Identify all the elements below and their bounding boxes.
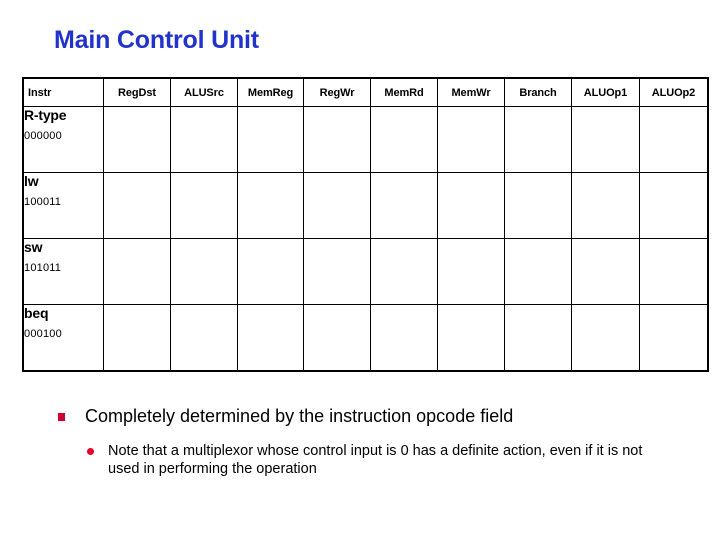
page-title: Main Control Unit: [54, 26, 259, 54]
instruction-name: sw: [24, 239, 43, 255]
table-row: R-type 000000: [22, 106, 709, 173]
instruction-opcode: 100011: [24, 196, 62, 208]
signal-cell-alusrc[interactable]: [170, 238, 238, 305]
signal-cell-aluop1[interactable]: [571, 106, 640, 173]
signal-cell-branch[interactable]: [504, 106, 572, 173]
instruction-name: beq: [24, 305, 49, 321]
signal-cell-regdst[interactable]: [103, 172, 171, 239]
signal-cell-regdst[interactable]: [103, 238, 171, 305]
signal-cell-aluop1[interactable]: [571, 172, 640, 239]
instruction-cell: beq 000100: [22, 304, 104, 371]
signal-cell-memreg[interactable]: [237, 238, 304, 305]
signal-cell-regwr[interactable]: [303, 172, 371, 239]
instruction-opcode: 101011: [24, 262, 62, 274]
instruction-cell: R-type 000000: [22, 106, 104, 173]
signal-cell-branch[interactable]: [504, 172, 572, 239]
table-row: lw 100011: [22, 172, 709, 239]
signal-cell-memwr[interactable]: [437, 172, 505, 239]
signal-cell-memreg[interactable]: [237, 106, 304, 173]
instruction-name: lw: [24, 173, 39, 189]
square-bullet-icon: [58, 413, 65, 421]
signal-cell-regdst[interactable]: [103, 106, 171, 173]
signal-cell-memwr[interactable]: [437, 304, 505, 371]
signal-cell-aluop2[interactable]: [639, 106, 709, 173]
signal-cell-alusrc[interactable]: [170, 304, 238, 371]
instruction-cell: lw 100011: [22, 172, 104, 239]
signal-cell-aluop2[interactable]: [639, 172, 709, 239]
control-signal-table: Instr RegDst ALUSrc MemReg RegWr MemRd M…: [22, 77, 709, 372]
instruction-cell: sw 101011: [22, 238, 104, 305]
column-header-regwr: RegWr: [303, 77, 371, 107]
bullet-level1-text: Completely determined by the instruction…: [85, 406, 514, 426]
column-header-memrd: MemRd: [370, 77, 438, 107]
signal-cell-alusrc[interactable]: [170, 172, 238, 239]
instruction-opcode: 000000: [24, 130, 62, 142]
column-header-memreg: MemReg: [237, 77, 304, 107]
signal-cell-branch[interactable]: [504, 238, 572, 305]
instruction-opcode: 000100: [24, 328, 62, 340]
column-header-regdst: RegDst: [103, 77, 171, 107]
bullet-item-level1: Completely determined by the instruction…: [0, 405, 720, 427]
signal-cell-memreg[interactable]: [237, 172, 304, 239]
bullet-level2-text: Note that a multiplexor whose control in…: [108, 443, 643, 477]
signal-cell-memrd[interactable]: [370, 304, 438, 371]
signal-cell-regwr[interactable]: [303, 238, 371, 305]
table-row: beq 000100: [22, 304, 709, 371]
signal-cell-aluop2[interactable]: [639, 238, 709, 305]
table-row: sw 101011: [22, 238, 709, 305]
signal-cell-regwr[interactable]: [303, 304, 371, 371]
signal-cell-aluop1[interactable]: [571, 304, 640, 371]
signal-cell-memwr[interactable]: [437, 106, 505, 173]
signal-cell-alusrc[interactable]: [170, 106, 238, 173]
signal-cell-branch[interactable]: [504, 304, 572, 371]
column-header-alusrc: ALUSrc: [170, 77, 238, 107]
bullet-item-level2: Note that a multiplexor whose control in…: [0, 442, 720, 478]
signal-cell-memwr[interactable]: [437, 238, 505, 305]
signal-cell-regdst[interactable]: [103, 304, 171, 371]
instruction-name: R-type: [24, 107, 67, 123]
column-header-branch: Branch: [504, 77, 572, 107]
column-header-aluop2: ALUOp2: [639, 77, 709, 107]
signal-cell-memrd[interactable]: [370, 106, 438, 173]
bullet-list: Completely determined by the instruction…: [0, 405, 720, 478]
disc-bullet-icon: [87, 448, 94, 455]
signal-cell-memrd[interactable]: [370, 172, 438, 239]
signal-cell-aluop1[interactable]: [571, 238, 640, 305]
column-header-instr: Instr: [22, 77, 104, 107]
table-header-row: Instr RegDst ALUSrc MemReg RegWr MemRd M…: [22, 77, 709, 107]
signal-cell-memreg[interactable]: [237, 304, 304, 371]
column-header-memwr: MemWr: [437, 77, 505, 107]
column-header-aluop1: ALUOp1: [571, 77, 640, 107]
signal-cell-memrd[interactable]: [370, 238, 438, 305]
signal-cell-regwr[interactable]: [303, 106, 371, 173]
signal-cell-aluop2[interactable]: [639, 304, 709, 371]
